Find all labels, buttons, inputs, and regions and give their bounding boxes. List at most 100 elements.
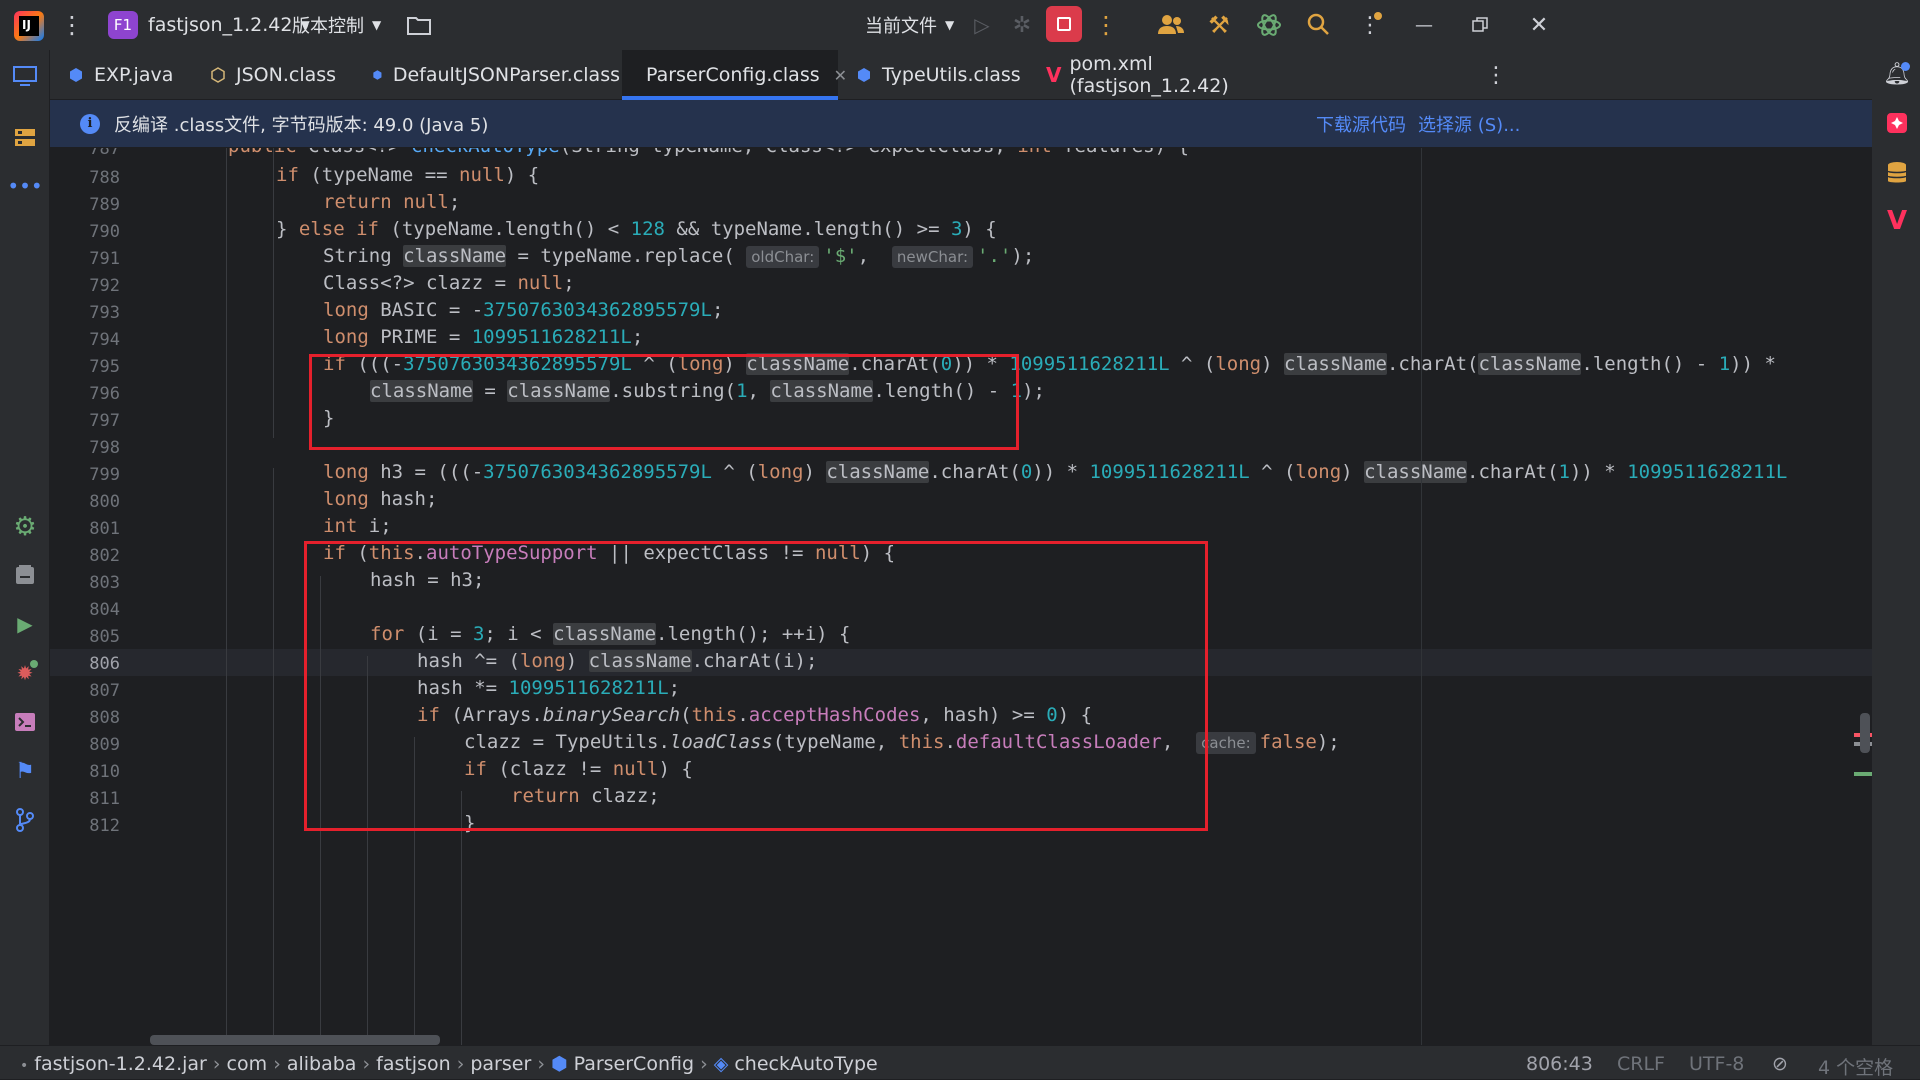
code-line: String className = typeName.replace( old… [323, 245, 1035, 268]
code-line: public Class<?> checkAutoType(String typ… [228, 148, 1189, 162]
intellij-logo-icon[interactable]: IJ [14, 11, 44, 41]
right-toolbar: 🔔︎ V [1872, 50, 1920, 1045]
close-icon[interactable]: ✕ [1526, 13, 1552, 38]
maven-icon[interactable]: V [1884, 206, 1910, 236]
tab-default-json-parser[interactable]: DefaultJSONParser.class [372, 50, 620, 100]
breadcrumb: • fastjson-1.2.42.jar › com › alibaba › f… [20, 1053, 878, 1075]
tab-label: TypeUtils.class [882, 64, 1021, 86]
services-gear-icon[interactable]: ⚙ [12, 512, 38, 542]
stop-icon [1057, 17, 1071, 31]
breadcrumb-item[interactable]: ParserConfig [574, 1053, 694, 1075]
decompiled-banner: i 反编译 .class文件, 字节码版本: 49.0 (Java 5) 下载源… [50, 100, 1872, 148]
settings-updates-icon[interactable]: ⋮ [1356, 10, 1384, 40]
horizontal-scrollbar[interactable] [150, 1035, 440, 1045]
class-file-icon [211, 67, 225, 83]
left-toolbar: ••• ⚙ ▶ ✹ ⚑ [0, 50, 50, 1045]
close-tab-icon[interactable]: ✕ [834, 66, 847, 85]
stop-button[interactable] [1046, 6, 1082, 42]
tab-exp-java[interactable]: EXP.java [68, 50, 204, 100]
ai-assistant-icon[interactable] [1256, 12, 1282, 38]
run-config-label: 当前文件 [865, 16, 937, 37]
breadcrumb-item[interactable]: com [227, 1053, 268, 1075]
chevron-right-icon: › [212, 1053, 227, 1075]
jar-icon: • [20, 1058, 29, 1074]
project-selector[interactable]: F1 fastjson_1.2.42 ▼ [108, 0, 310, 50]
code-editor[interactable]: 787 788 789 790 791 792 793 794 795 796 … [50, 148, 1872, 1045]
tab-options-icon[interactable]: ⋮ [1485, 62, 1507, 88]
breadcrumb-item[interactable]: checkAutoType [734, 1053, 877, 1075]
code-with-me-icon[interactable] [1158, 12, 1184, 38]
tab-label: pom.xml (fastjson_1.2.42) [1069, 53, 1229, 97]
tab-json-class[interactable]: JSON.class [210, 50, 368, 100]
run-config-selector[interactable]: 当前文件 ▼ [865, 0, 954, 50]
indent-setting[interactable]: 4 个空格 [1818, 1053, 1893, 1080]
param-hint: oldChar: [746, 246, 820, 268]
chevron-down-icon: ▼ [372, 18, 382, 32]
code-line: int i; [323, 515, 392, 537]
download-sources-link[interactable]: 下载源代码 [1316, 111, 1406, 137]
ai-chat-icon[interactable] [1884, 110, 1910, 136]
maven-icon: V [1046, 63, 1062, 87]
chevron-right-icon: › [362, 1053, 377, 1075]
project-view-icon[interactable] [12, 64, 38, 88]
terminal-icon[interactable] [12, 710, 38, 734]
tab-label: JSON.class [236, 64, 337, 86]
cursor-position[interactable]: 806:43 [1526, 1053, 1593, 1075]
minimize-icon[interactable]: — [1412, 13, 1436, 37]
more-actions-icon[interactable]: ⋮ [1094, 10, 1118, 40]
restore-icon[interactable] [1468, 13, 1492, 37]
breadcrumb-item[interactable]: parser [470, 1053, 531, 1075]
tab-parser-config[interactable]: ParserConfig.class ✕ [622, 50, 847, 100]
class-file-icon [858, 68, 870, 82]
choose-sources-link[interactable]: 选择源 (S)... [1418, 111, 1520, 137]
tab-label: ParserConfig.class [646, 64, 820, 86]
main-menu-icon[interactable]: ⋮ [60, 10, 84, 40]
code-line: return null; [323, 191, 461, 213]
vertical-scrollbar[interactable] [1860, 713, 1870, 753]
file-encoding[interactable]: UTF-8 [1689, 1053, 1744, 1075]
param-hint: newChar: [891, 246, 974, 268]
database-icon[interactable] [13, 563, 37, 587]
error-stripe-marker[interactable] [1854, 772, 1872, 776]
right-margin-guide [1421, 148, 1422, 1045]
git-branch-icon[interactable] [12, 807, 38, 833]
chevron-right-icon: › [537, 1053, 551, 1075]
breadcrumb-item[interactable]: fastjson-1.2.42.jar [34, 1053, 207, 1075]
notifications-bell-icon[interactable]: 🔔︎ [1883, 60, 1911, 88]
more-tools-icon[interactable]: ••• [7, 174, 42, 198]
java-class-icon [70, 68, 82, 82]
structure-icon[interactable] [13, 126, 37, 150]
method-icon: ◈ [713, 1053, 735, 1075]
database-tool-icon[interactable] [1884, 160, 1910, 186]
highlight-box-hash-loop [304, 541, 1208, 831]
breadcrumb-item[interactable]: alibaba [287, 1053, 357, 1075]
project-badge: F1 [108, 11, 138, 39]
build-tools-icon[interactable]: ⚒ [1206, 11, 1232, 39]
search-icon[interactable] [1306, 12, 1330, 36]
code-line: long BASIC = -3750763034362895579L; [323, 299, 724, 321]
code-line: if (typeName == null) { [276, 164, 540, 186]
code-line: long h3 = (((-3750763034362895579L ^ (lo… [323, 461, 1788, 483]
chevron-right-icon: › [700, 1053, 714, 1075]
code-line: long hash; [323, 488, 438, 510]
folder-icon[interactable] [406, 13, 432, 37]
run-icon[interactable]: ▷ [970, 13, 994, 37]
highlight-box-prefix-check [309, 354, 1019, 450]
vcs-menu[interactable]: 版本控制 ▼ [292, 0, 381, 50]
project-name: fastjson_1.2.42 [148, 14, 293, 36]
code-line: long PRIME = 1099511628211L; [323, 326, 644, 348]
code-line: } else if (typeName.length() < 128 && ty… [276, 218, 997, 240]
banner-text: 反编译 .class文件, 字节码版本: 49.0 (Java 5) [114, 114, 489, 136]
tab-label: DefaultJSONParser.class [392, 64, 620, 86]
tab-type-utils[interactable]: TypeUtils.class [856, 50, 1056, 100]
readonly-eye-icon[interactable]: ⊘ [1772, 1053, 1788, 1075]
debug-icon[interactable]: ✲ [1010, 13, 1034, 38]
breadcrumb-item[interactable]: fastjson [376, 1053, 451, 1075]
line-separator[interactable]: CRLF [1617, 1053, 1665, 1075]
class-icon: ⬢ [550, 1053, 574, 1075]
problems-icon[interactable]: ⚑ [12, 758, 38, 784]
debug-tool-icon[interactable]: ✹ [12, 660, 38, 686]
tab-pom-xml[interactable]: V pom.xml (fastjson_1.2.42) [1046, 50, 1298, 100]
status-bar: • fastjson-1.2.42.jar › com › alibaba › f… [0, 1045, 1920, 1079]
run-tool-icon[interactable]: ▶ [13, 612, 37, 636]
